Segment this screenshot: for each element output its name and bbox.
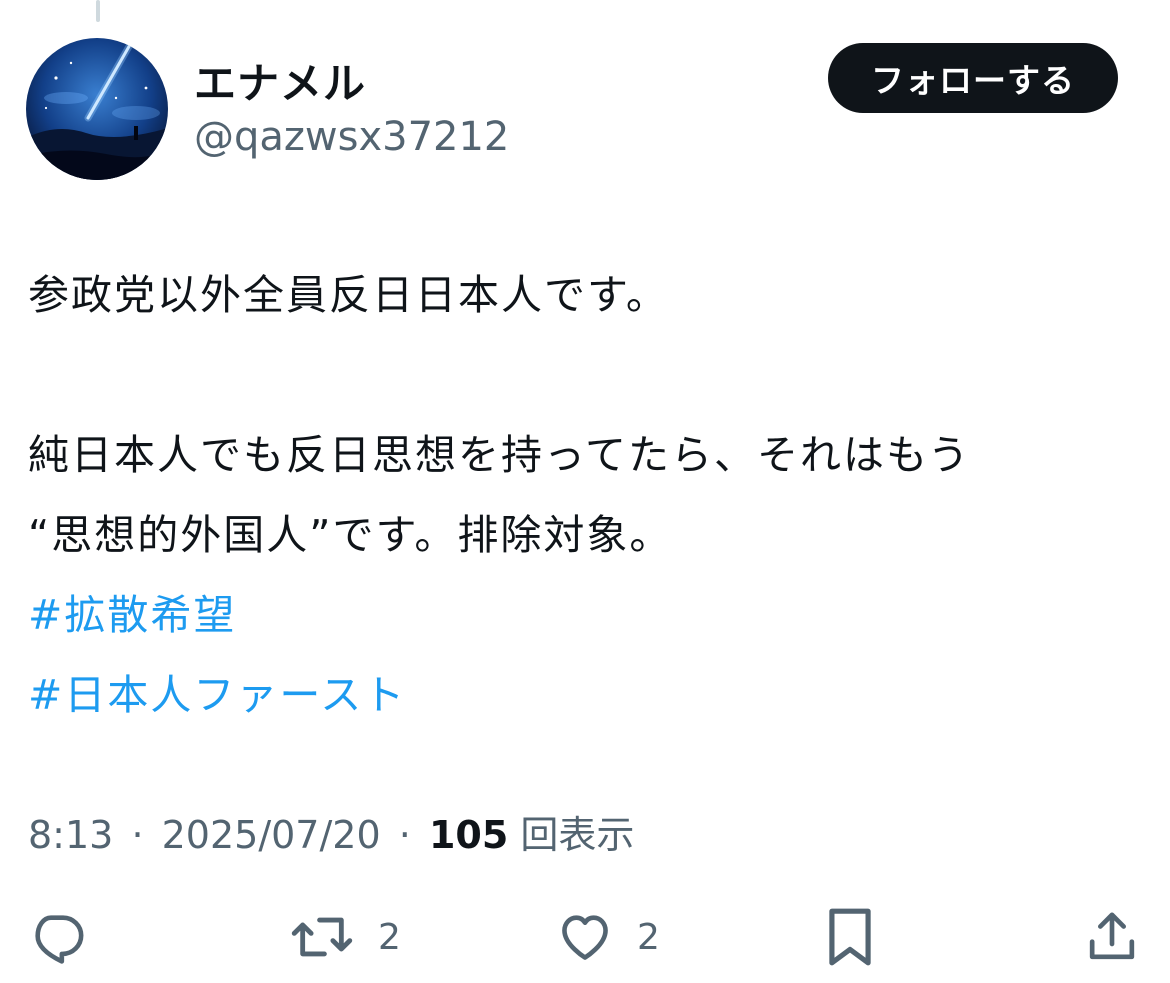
meta-separator: · bbox=[398, 813, 411, 857]
bookmark-icon bbox=[829, 908, 871, 966]
retweet-count: 2 bbox=[378, 916, 401, 958]
display-name[interactable]: エナメル bbox=[194, 50, 366, 111]
tweet-meta: 8:13 · 2025/07/20 · 105 回表示 bbox=[28, 804, 634, 859]
tweet-time[interactable]: 8:13 bbox=[28, 813, 113, 857]
thread-connector-line bbox=[96, 0, 100, 22]
views-count: 105 bbox=[428, 813, 509, 857]
like-count: 2 bbox=[637, 916, 660, 958]
reply-icon bbox=[35, 915, 84, 964]
meta-separator: · bbox=[131, 813, 144, 857]
like-button[interactable]: 2 bbox=[555, 905, 660, 969]
retweet-button[interactable]: 2 bbox=[288, 905, 401, 969]
follow-button[interactable]: フォローする bbox=[828, 43, 1118, 113]
avatar-image bbox=[26, 38, 168, 180]
bookmark-button[interactable] bbox=[823, 905, 877, 969]
heart-icon bbox=[562, 915, 608, 960]
user-handle[interactable]: @qazwsx37212 bbox=[194, 114, 509, 160]
avatar[interactable] bbox=[26, 38, 168, 180]
tweet-line: 純日本人でも反日思想を持ってたら、それはもう bbox=[28, 431, 971, 479]
share-icon bbox=[1089, 912, 1135, 960]
retweet-icon bbox=[291, 917, 353, 957]
tweet-text: 参政党以外全員反日日本人です。 純日本人でも反日思想を持ってたら、それはもう “… bbox=[28, 255, 1148, 735]
reply-button[interactable] bbox=[28, 905, 86, 969]
tweet-line: 参政党以外全員反日日本人です。 bbox=[28, 271, 669, 319]
hashtag-link[interactable]: #拡散希望 bbox=[28, 575, 236, 655]
hashtag-link[interactable]: #日本人ファースト bbox=[28, 655, 406, 735]
tweet-line: “思想的外国人”です。排除対象。 bbox=[28, 511, 673, 559]
views-label: 回表示 bbox=[520, 813, 635, 857]
tweet-date[interactable]: 2025/07/20 bbox=[162, 813, 381, 857]
share-button[interactable] bbox=[1084, 905, 1140, 969]
